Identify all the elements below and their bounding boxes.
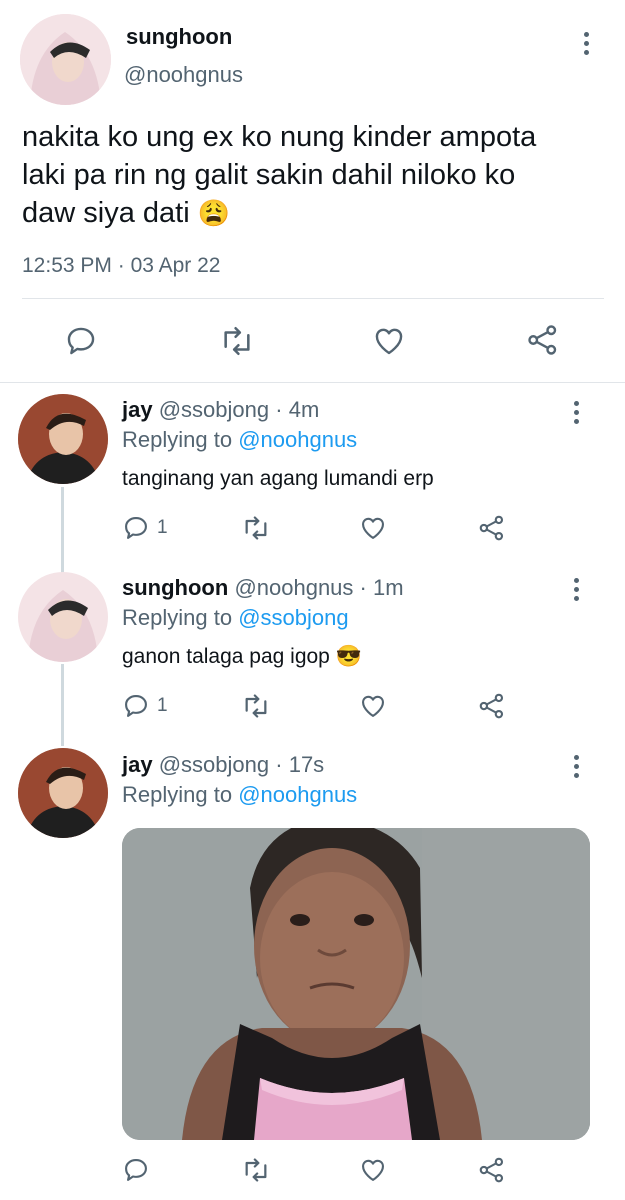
- tweet-date: 03 Apr 22: [130, 254, 221, 277]
- tweet-timestamp[interactable]: 12:53 PM · 03 Apr 22: [22, 254, 220, 278]
- retweet-icon[interactable]: [218, 324, 256, 358]
- tweet-line-text: daw siya dati: [22, 197, 190, 229]
- reply-icon[interactable]: [122, 692, 150, 720]
- author-name[interactable]: jay: [122, 752, 153, 777]
- separator: ·: [275, 752, 283, 777]
- share-icon[interactable]: [477, 513, 507, 543]
- author-handle[interactable]: @ssobjong: [159, 752, 269, 777]
- mention-link[interactable]: @ssobjong: [238, 605, 348, 630]
- author-handle[interactable]: @ssobjong: [159, 397, 269, 422]
- replying-to-label: Replying to: [122, 605, 233, 630]
- like-icon[interactable]: [358, 514, 388, 542]
- like-icon[interactable]: [358, 1156, 388, 1184]
- separator: ·: [359, 575, 367, 600]
- share-icon[interactable]: [477, 1155, 507, 1185]
- more-icon[interactable]: [574, 401, 579, 424]
- replying-to-label: Replying to: [122, 427, 233, 452]
- reply-age[interactable]: 4m: [289, 397, 320, 422]
- separator: ·: [117, 254, 125, 277]
- separator: ·: [275, 397, 283, 422]
- retweet-icon[interactable]: [240, 514, 272, 542]
- share-icon[interactable]: [525, 322, 561, 358]
- reply-age[interactable]: 1m: [373, 575, 404, 600]
- mention-link[interactable]: @noohgnus: [238, 782, 357, 807]
- divider: [22, 298, 604, 299]
- media-image[interactable]: [122, 828, 590, 1140]
- replying-to-label: Replying to: [122, 782, 233, 807]
- thread-line: [61, 487, 64, 575]
- like-icon[interactable]: [358, 692, 388, 720]
- emoji: 😎: [335, 645, 362, 668]
- share-icon[interactable]: [477, 691, 507, 721]
- author-handle[interactable]: @noohgnus: [234, 575, 353, 600]
- more-icon[interactable]: [584, 32, 589, 55]
- avatar[interactable]: [18, 748, 108, 838]
- reply-text: tanginang yan agang lumandi erp: [122, 467, 434, 490]
- divider: [0, 382, 625, 383]
- reply-icon[interactable]: [122, 514, 150, 542]
- reply-header: jay @ssobjong · 4m: [122, 397, 319, 423]
- avatar[interactable]: [18, 572, 108, 662]
- like-icon[interactable]: [371, 324, 407, 358]
- avatar[interactable]: [18, 394, 108, 484]
- reply-header: sunghoon @noohgnus · 1m: [122, 575, 404, 601]
- tweet-line: nakita ko ung ex ko nung kinder ampota: [22, 121, 537, 153]
- author-name[interactable]: sunghoon: [122, 575, 228, 600]
- tweet-time: 12:53 PM: [22, 254, 112, 277]
- reply-age[interactable]: 17s: [289, 752, 324, 777]
- more-icon[interactable]: [574, 578, 579, 601]
- replying-to: Replying to @noohgnus: [122, 782, 357, 808]
- emoji: 😩: [197, 198, 231, 228]
- tweet-line: daw siya dati 😩: [22, 194, 612, 232]
- thread-line: [61, 664, 64, 746]
- author-handle[interactable]: @noohgnus: [124, 62, 243, 88]
- replying-to: Replying to @ssobjong: [122, 605, 349, 631]
- retweet-icon[interactable]: [240, 1156, 272, 1184]
- more-icon[interactable]: [574, 755, 579, 778]
- author-name[interactable]: jay: [122, 397, 153, 422]
- reply-count: 1: [157, 695, 168, 716]
- author-name[interactable]: sunghoon: [126, 24, 232, 50]
- replying-to: Replying to @noohgnus: [122, 427, 357, 453]
- reply-text-content: ganon talaga pag igop: [122, 645, 330, 668]
- reply-header: jay @ssobjong · 17s: [122, 752, 324, 778]
- reply-icon[interactable]: [64, 324, 98, 358]
- mention-link[interactable]: @noohgnus: [238, 427, 357, 452]
- tweet-text: nakita ko ung ex ko nung kinder ampota l…: [22, 118, 612, 232]
- reply-text: ganon talaga pag igop 😎: [122, 645, 362, 669]
- reply-icon[interactable]: [122, 1156, 150, 1184]
- reply-count: 1: [157, 517, 168, 538]
- tweet-line: laki pa rin ng galit sakin dahil niloko …: [22, 159, 516, 191]
- avatar[interactable]: [20, 14, 111, 105]
- retweet-icon[interactable]: [240, 692, 272, 720]
